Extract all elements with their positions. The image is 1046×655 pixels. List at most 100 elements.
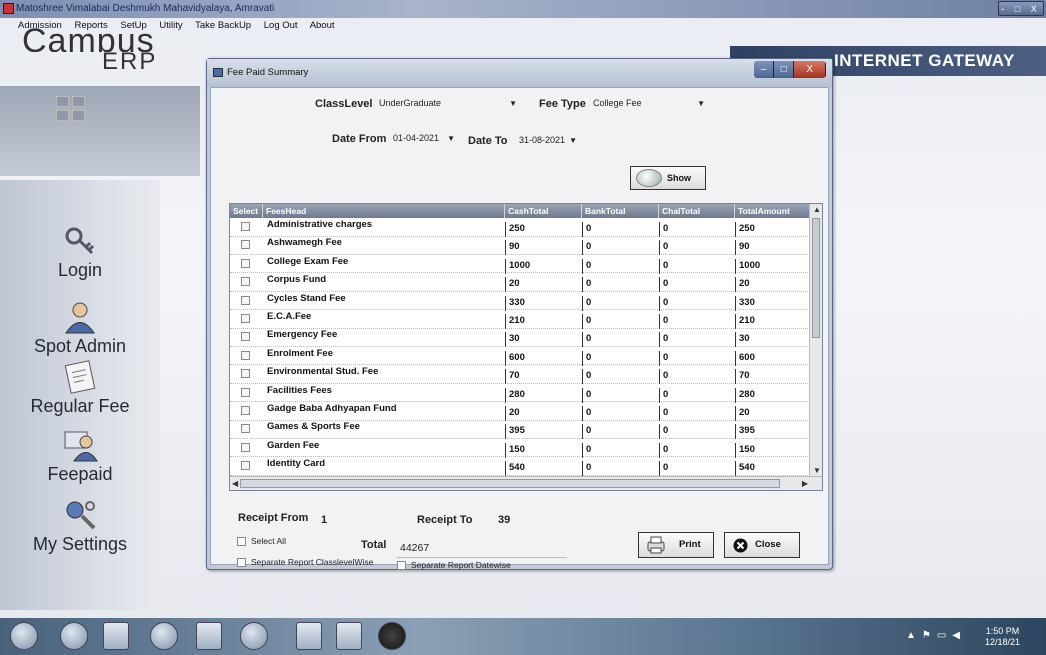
chal-total-cell: 0 xyxy=(659,222,668,237)
select-all-label: Select All xyxy=(251,536,286,546)
dialog-icon xyxy=(213,68,223,77)
row-select-checkbox[interactable] xyxy=(241,387,250,397)
sidebar-item-feepaid[interactable]: Feepaid xyxy=(0,428,160,488)
column-chaltotal[interactable]: ChalTotal xyxy=(659,204,735,218)
column-feeshead[interactable]: FeesHead xyxy=(263,204,505,218)
vertical-scrollbar[interactable]: ▲ ▼ xyxy=(809,204,822,476)
column-cashtotal[interactable]: CashTotal xyxy=(505,204,582,218)
horizontal-scroll-thumb[interactable] xyxy=(240,479,780,488)
class-level-dropdown[interactable]: UnderGraduate ▼ xyxy=(377,96,519,112)
sidebar-item-spot-admin[interactable]: Spot Admin xyxy=(0,300,160,360)
maximize-button[interactable]: □ xyxy=(774,61,795,78)
scroll-right-icon[interactable]: ▶ xyxy=(802,479,808,488)
vertical-scroll-thumb[interactable] xyxy=(812,218,820,338)
row-select-checkbox[interactable] xyxy=(241,442,250,452)
row-select-checkbox[interactable] xyxy=(241,314,250,323)
table-row[interactable]: Games & Sports Fee 395 0 0 395 xyxy=(230,420,810,440)
window-controls[interactable]: - □ X xyxy=(998,1,1044,16)
cash-total-cell: 395 xyxy=(505,424,525,440)
erp-icon[interactable] xyxy=(378,622,406,650)
table-row[interactable]: College Exam Fee 1000 0 0 1000 xyxy=(230,255,810,274)
column-banktotal[interactable]: BankTotal xyxy=(582,204,659,218)
sidebar-item-regular-fee[interactable]: Regular Fee xyxy=(0,360,160,420)
total-field[interactable]: 44267 xyxy=(397,538,567,558)
app-taskbar-icon[interactable] xyxy=(240,622,268,650)
row-select-checkbox[interactable] xyxy=(241,461,250,471)
media-player-icon[interactable] xyxy=(103,622,129,650)
sidebar-label-login: Login xyxy=(57,260,103,280)
sidebar-label-regular-fee: Regular Fee xyxy=(30,396,130,416)
column-totalamount[interactable]: TotalAmount xyxy=(735,204,810,218)
separate-classlevel-label: Separate Report ClasslevelWise xyxy=(251,557,374,567)
desktop-screen: Matoshree Vimalabai Deshmukh Mahavidyala… xyxy=(0,0,1046,655)
row-select-checkbox[interactable] xyxy=(241,258,250,268)
chal-total-cell: 0 xyxy=(659,461,668,477)
close-window-button[interactable]: X xyxy=(794,61,826,78)
word-icon[interactable] xyxy=(296,622,322,650)
scroll-left-icon[interactable]: ◀ xyxy=(232,479,238,488)
close-button[interactable]: Close xyxy=(724,532,800,558)
date-from-picker[interactable]: 01-04-2021 ▼ xyxy=(391,131,457,147)
table-row[interactable]: Gadge Baba Adhyapan Fund 20 0 0 20 xyxy=(230,402,810,421)
table-row[interactable]: Facilities Fees 280 0 0 280 xyxy=(230,384,810,403)
app-icon xyxy=(3,3,14,14)
table-row[interactable]: Corpus Fund 20 0 0 20 xyxy=(230,273,810,293)
menu-utility[interactable]: Utility xyxy=(159,20,182,31)
table-row[interactable]: Environmental Stud. Fee 70 0 0 70 xyxy=(230,365,810,385)
receipt-from-value: 1 xyxy=(321,514,328,526)
internet-explorer-icon[interactable] xyxy=(60,622,88,650)
row-select-checkbox[interactable] xyxy=(241,277,250,287)
print-button[interactable]: Print xyxy=(638,532,714,558)
chrome-icon[interactable] xyxy=(150,622,178,650)
table-row[interactable]: Ashwamegh Fee 90 0 0 90 xyxy=(230,236,810,256)
total-total-cell: 1000 xyxy=(735,258,760,274)
sidebar-item-login[interactable]: Login xyxy=(0,224,160,284)
minimize-button[interactable]: – xyxy=(754,61,775,78)
scroll-up-icon[interactable]: ▲ xyxy=(813,205,821,214)
row-select-checkbox[interactable] xyxy=(241,369,250,379)
row-select-checkbox[interactable] xyxy=(241,332,250,342)
class-level-value: UnderGraduate xyxy=(379,98,442,108)
start-button-icon[interactable] xyxy=(10,622,38,650)
date-to-picker[interactable]: 31-08-2021 ▼ xyxy=(517,133,579,149)
row-select-checkbox[interactable] xyxy=(241,350,250,360)
show-button[interactable]: Show xyxy=(630,166,706,190)
row-select-checkbox[interactable] xyxy=(241,406,250,415)
cash-total-cell: 1000 xyxy=(505,258,530,274)
menu-take-backup[interactable]: Take BackUp xyxy=(195,20,251,31)
table-row[interactable]: Identity Card 540 0 0 540 xyxy=(230,457,810,477)
separate-datewise-checkbox[interactable] xyxy=(397,561,406,570)
tray-icons[interactable]: ▲⚑▭◀ xyxy=(906,630,966,641)
dialog-title: Fee Paid Summary xyxy=(227,67,309,78)
sidebar-item-my-settings[interactable]: My Settings xyxy=(0,498,160,558)
erp-printer-icon[interactable] xyxy=(336,622,362,650)
clock[interactable]: 1:50 PM 12/18/21 xyxy=(985,626,1020,648)
fees-head-cell: Environmental Stud. Fee xyxy=(267,366,379,378)
table-row[interactable]: E.C.A.Fee 210 0 0 210 xyxy=(230,310,810,329)
horizontal-scrollbar[interactable]: ◀ ▶ xyxy=(230,476,822,490)
header-strip xyxy=(0,86,200,176)
column-select[interactable]: Select xyxy=(230,204,263,218)
separate-classlevel-checkbox[interactable] xyxy=(237,558,246,567)
total-total-cell: 20 xyxy=(735,406,750,421)
close-icon xyxy=(733,538,748,553)
excel-icon[interactable] xyxy=(196,622,222,650)
scroll-down-icon[interactable]: ▼ xyxy=(813,466,821,475)
row-select-checkbox[interactable] xyxy=(241,222,250,231)
table-row[interactable]: Administrative charges 250 0 0 250 xyxy=(230,218,810,237)
fees-head-cell: Ashwamegh Fee xyxy=(267,237,342,249)
menu-log-out[interactable]: Log Out xyxy=(264,20,298,31)
menu-about[interactable]: About xyxy=(310,20,335,31)
row-select-checkbox[interactable] xyxy=(241,240,250,250)
table-row[interactable]: Garden Fee 150 0 0 150 xyxy=(230,439,810,458)
table-row[interactable]: Cycles Stand Fee 330 0 0 330 xyxy=(230,292,810,311)
fee-type-dropdown[interactable]: College Fee ▼ xyxy=(591,96,707,112)
cash-total-cell: 20 xyxy=(505,406,520,421)
row-select-checkbox[interactable] xyxy=(241,424,250,434)
row-select-checkbox[interactable] xyxy=(241,295,250,305)
date-from-value: 01-04-2021 xyxy=(393,133,440,143)
table-row[interactable]: Emergency Fee 30 0 0 30 xyxy=(230,328,810,348)
select-all-checkbox[interactable] xyxy=(237,537,246,546)
table-row[interactable]: Enrolment Fee 600 0 0 600 xyxy=(230,347,810,366)
cash-total-cell: 280 xyxy=(505,387,525,403)
